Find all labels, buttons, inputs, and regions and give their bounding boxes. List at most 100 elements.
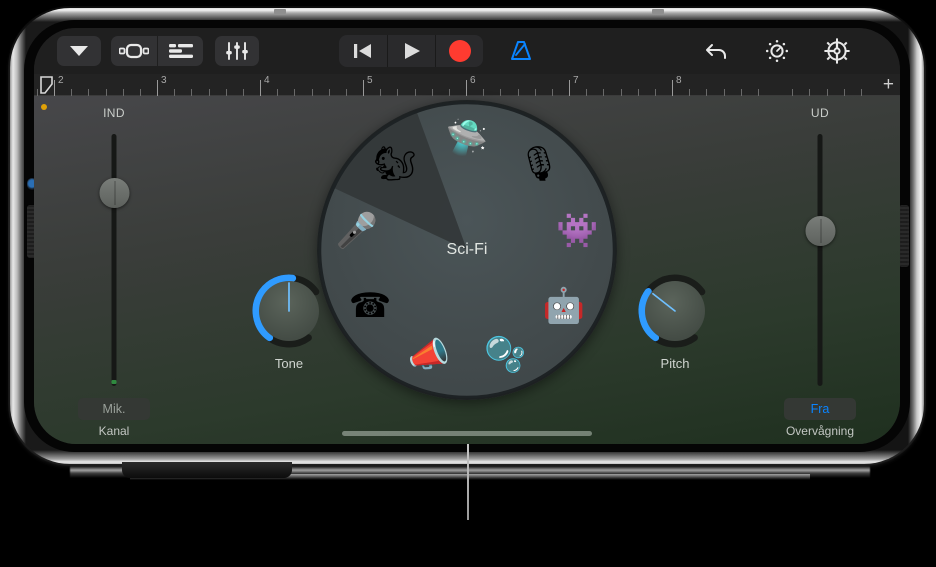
ruler-tick-major xyxy=(157,80,158,96)
input-channel-strip: IND Mik. Kanal xyxy=(54,106,174,438)
dial-preset-studio-microphone[interactable]: 🎙 xyxy=(516,141,562,187)
transport-controls xyxy=(339,35,483,67)
playhead-marker[interactable] xyxy=(40,76,53,94)
ruler-tick-minor xyxy=(105,89,107,96)
browser-button[interactable] xyxy=(57,36,101,66)
ruler-tick-minor xyxy=(328,89,330,96)
metronome-button[interactable] xyxy=(499,36,543,66)
recording-indicator-led xyxy=(41,104,47,110)
input-slider-thumb[interactable] xyxy=(99,177,129,208)
side-power-button[interactable] xyxy=(899,205,909,267)
home-indicator[interactable] xyxy=(342,431,592,436)
ruler-tick-minor xyxy=(448,89,450,96)
tone-knob[interactable] xyxy=(250,272,328,350)
record-icon xyxy=(448,40,471,62)
dial-preset-monster[interactable]: 👾 xyxy=(554,208,600,254)
ruler-tick-minor xyxy=(36,89,38,96)
dial-preset-telephone[interactable]: ☎ xyxy=(347,283,393,329)
antenna-band-top-left xyxy=(274,9,286,14)
ruler-tick-minor xyxy=(397,89,399,96)
ruler-bar-number: 7 xyxy=(573,75,579,86)
ruler-tick-minor xyxy=(534,89,536,96)
timeline-ruler[interactable]: 2 3 4 5 6 7 8 + xyxy=(34,74,900,96)
ruler-tick-minor xyxy=(345,89,347,96)
pitch-knob-group: Pitch xyxy=(620,272,730,371)
ruler-tick-minor xyxy=(122,89,124,96)
ruler-bar-number: 6 xyxy=(470,75,476,86)
monitoring-toggle-button[interactable]: Fra xyxy=(784,398,856,420)
ruler-tick-minor xyxy=(792,89,794,96)
metronome-icon xyxy=(511,41,531,60)
rewind-button[interactable] xyxy=(339,35,387,67)
output-slider-thumb[interactable] xyxy=(805,216,835,247)
ruler-tick-minor xyxy=(517,89,519,96)
ruler-tick-minor xyxy=(414,89,416,96)
ruler-tick-minor xyxy=(551,89,553,96)
settings-button[interactable] xyxy=(815,36,859,66)
screenshot-root: 2345678 + IND Mik. Kanal UD Fra Overvågn… xyxy=(0,0,936,567)
track-view-button[interactable] xyxy=(157,36,203,66)
tone-knob-label: Tone xyxy=(274,356,304,371)
add-section-button[interactable]: + xyxy=(883,75,894,94)
ruler-tick-minor xyxy=(637,89,639,96)
ruler-tick-minor xyxy=(860,89,862,96)
ruler-tick-major xyxy=(260,80,261,96)
dial-preset-handheld-microphone[interactable]: 🎤 xyxy=(334,208,380,254)
vocal-fx-workspace: IND Mik. Kanal UD Fra Overvågning Sci-Fi… xyxy=(34,96,900,444)
toolbar xyxy=(34,28,900,74)
undo-icon xyxy=(706,44,726,59)
ruler-tick-minor xyxy=(311,89,313,96)
track-view-icon xyxy=(168,44,193,58)
dial-preset-robot[interactable]: 🤖 xyxy=(541,283,587,329)
tone-knob-group: Tone xyxy=(234,272,344,371)
ruler-tick-minor xyxy=(586,89,588,96)
play-icon xyxy=(404,43,420,59)
ruler-tick-minor xyxy=(809,89,811,96)
input-strip-title: IND xyxy=(103,106,125,120)
dial-preset-megaphone[interactable]: 📣 xyxy=(406,332,452,378)
play-button[interactable] xyxy=(387,35,435,67)
ruler-tick-minor xyxy=(500,89,502,96)
monitoring-toggle-label: Fra xyxy=(810,402,830,416)
loop-browser-button[interactable] xyxy=(111,36,157,66)
fx-knob-icon xyxy=(765,39,789,63)
chevron-down-icon xyxy=(70,46,88,56)
input-source-label: Mik. xyxy=(102,402,126,416)
dial-preset-bubbles[interactable]: 🫧 xyxy=(482,332,528,378)
mixer-button[interactable] xyxy=(215,36,259,66)
input-strip-caption: Kanal xyxy=(98,424,130,438)
pitch-knob[interactable] xyxy=(636,272,714,350)
ruler-tick-major xyxy=(466,80,467,96)
ruler-tick-minor xyxy=(139,89,141,96)
gear-icon xyxy=(824,38,850,64)
pitch-knob-label: Pitch xyxy=(660,356,690,371)
ruler-tick-minor xyxy=(191,89,193,96)
monitor-channel-strip: UD Fra Overvågning xyxy=(760,106,880,438)
output-level-slider[interactable] xyxy=(805,134,835,386)
ruler-tick-minor xyxy=(174,89,176,96)
ruler-tick-minor xyxy=(380,89,382,96)
ruler-tick-minor xyxy=(723,89,725,96)
ruler-tick-minor xyxy=(843,89,845,96)
ruler-tick-minor xyxy=(620,89,622,96)
vocal-preset-dial[interactable]: Sci-Fi 🛸 🎙 👾 🤖 🫧 📣 ☎ 🎤 🐿 xyxy=(317,100,617,400)
ruler-bar-number: 8 xyxy=(676,75,682,86)
input-source-button[interactable]: Mik. xyxy=(78,398,150,420)
output-strip-title: UD xyxy=(810,106,830,120)
record-button[interactable] xyxy=(435,35,483,67)
ruler-tick-major xyxy=(363,80,364,96)
dial-preset-chipmunk[interactable]: 🐿 xyxy=(372,141,418,187)
ruler-tick-major xyxy=(672,80,673,96)
ruler-tick-minor xyxy=(603,89,605,96)
dial-preset-ufo[interactable]: 🛸 xyxy=(444,115,490,161)
ruler-ticks: 2 3 4 5 6 7 8 xyxy=(34,74,900,96)
ruler-bar-number: 4 xyxy=(264,75,270,86)
undo-button[interactable] xyxy=(695,36,739,66)
ruler-tick-minor xyxy=(88,89,90,96)
ruler-tick-minor xyxy=(294,89,296,96)
fx-controls-button[interactable] xyxy=(755,36,799,66)
input-level-slider[interactable] xyxy=(99,134,129,386)
view-segmented-control xyxy=(111,36,203,66)
callout-leader-line xyxy=(467,432,469,520)
ruler-tick-minor xyxy=(208,89,210,96)
